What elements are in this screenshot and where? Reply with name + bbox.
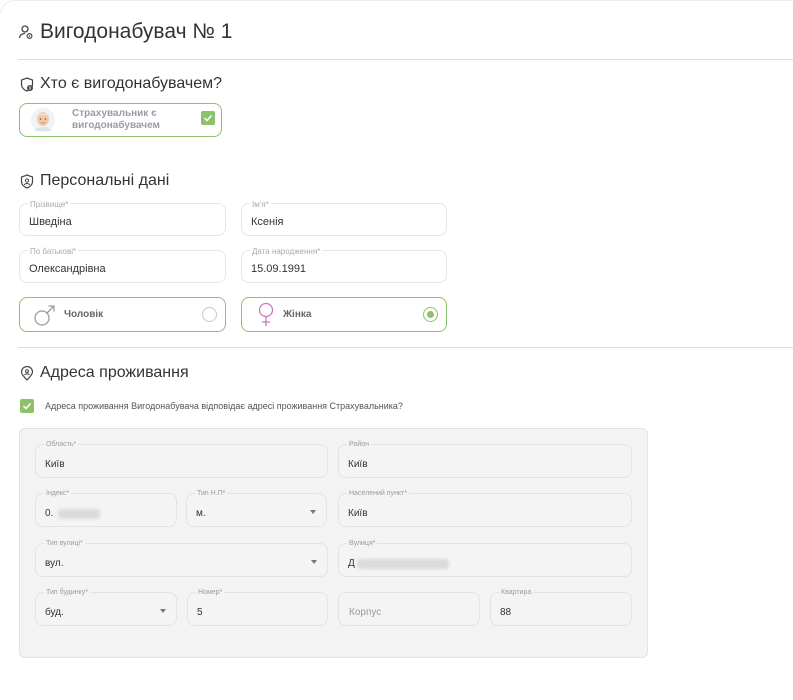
chevron-down-icon: [160, 609, 166, 613]
postal-index-field[interactable]: Індекс* 0.: [35, 490, 177, 527]
settlement-label: Населений пункт*: [347, 490, 409, 498]
birthdate-field[interactable]: Дата народження* 15.09.1991: [241, 247, 447, 283]
building-type-value: буд.: [45, 607, 64, 618]
street-type-label: Тип вулиці*: [44, 540, 85, 548]
male-symbol-icon: [34, 304, 55, 326]
redacted-overlay: [58, 509, 100, 519]
street-value: Д: [348, 558, 355, 569]
postal-index-label: Індекс*: [44, 490, 72, 498]
gender-male-radio[interactable]: [202, 307, 217, 322]
building-type-label: Тип будинку*: [44, 589, 90, 597]
chevron-down-icon: [311, 560, 317, 564]
patronymic-label: По батькові*: [28, 247, 79, 256]
who-section-title-text: Хто є вигодонабувачем?: [40, 75, 223, 92]
checked-checkbox[interactable]: [201, 111, 215, 125]
same-address-label: Адреса проживання Вигодонабувача відпові…: [45, 401, 403, 411]
apartment-label: Квартира: [499, 589, 534, 597]
avatar-icon: [31, 108, 55, 132]
card-corner: [0, 0, 793, 14]
address-section-title-text: Адреса проживання: [40, 364, 189, 381]
name-field[interactable]: Ім'я* Ксенія: [241, 200, 447, 236]
district-field[interactable]: Район Київ: [338, 441, 632, 478]
patronymic-value: Олександрівна: [29, 263, 106, 275]
settlement-field[interactable]: Населений пункт* Київ: [338, 490, 632, 527]
user-settings-icon: [18, 25, 33, 40]
apartment-field[interactable]: Квартира 88: [490, 589, 632, 626]
gender-female-label: Жінка: [283, 309, 312, 320]
district-value: Київ: [348, 459, 368, 470]
divider: [18, 59, 793, 60]
who-section-title: Хто є вигодонабувачем?: [20, 75, 222, 93]
birthdate-value: 15.09.1991: [251, 263, 307, 275]
gender-male-label: Чоловік: [64, 309, 104, 320]
surname-value: Шведіна: [29, 216, 72, 228]
birthdate-label: Дата народження*: [250, 247, 323, 256]
redacted-overlay: [357, 559, 449, 569]
surname-field[interactable]: Прізвище* Шведіна: [19, 200, 226, 236]
district-label: Район: [347, 441, 371, 449]
house-number-label: Номер*: [196, 589, 225, 597]
postal-index-value: 0.: [45, 508, 54, 519]
same-address-checkbox-row[interactable]: Адреса проживання Вигодонабувача відпові…: [20, 399, 403, 413]
location-user-icon: [20, 365, 34, 381]
settlement-type-label: Тип Н.П*: [195, 490, 228, 498]
house-number-value: 5: [197, 607, 203, 618]
name-value: Ксенія: [251, 216, 284, 228]
street-type-value: вул.: [45, 558, 64, 569]
address-section-title: Адреса проживання: [20, 364, 189, 382]
chevron-down-icon: [310, 510, 316, 514]
page-title: Вигодонабувач № 1: [18, 20, 232, 44]
personal-section-title: Персональні дані: [20, 172, 169, 190]
street-type-select[interactable]: Тип вулиці* вул.: [35, 540, 328, 577]
female-symbol-icon: [258, 302, 274, 326]
shield-info-icon: [20, 76, 34, 92]
gender-female-option[interactable]: Жінка: [241, 297, 447, 332]
house-number-field[interactable]: Номер* 5: [187, 589, 328, 626]
check-icon: [22, 402, 32, 410]
shield-user-icon: [20, 173, 34, 189]
apartment-value: 88: [500, 607, 512, 618]
block-placeholder: Корпус: [349, 607, 382, 618]
building-type-select[interactable]: Тип будинку* буд.: [35, 589, 177, 626]
surname-label: Прізвище*: [28, 200, 71, 209]
patronymic-field[interactable]: По батькові* Олександрівна: [19, 247, 226, 283]
gender-male-option[interactable]: Чоловік: [19, 297, 226, 332]
region-field[interactable]: Область* Київ: [35, 441, 328, 478]
divider: [18, 347, 793, 348]
page-title-text: Вигодонабувач № 1: [40, 20, 233, 43]
name-label: Ім'я*: [250, 200, 271, 209]
street-field[interactable]: Вулиця* Д: [338, 540, 632, 577]
region-value: Київ: [45, 459, 65, 470]
street-label: Вулиця*: [347, 540, 378, 548]
check-icon: [203, 114, 213, 122]
insured-is-beneficiary-card[interactable]: Страхувальник є вигодонабувачем: [19, 103, 222, 137]
personal-section-title-text: Персональні дані: [40, 172, 170, 189]
insured-is-beneficiary-label: Страхувальник є вигодонабувачем: [72, 108, 160, 131]
settlement-type-value: м.: [196, 508, 206, 519]
same-address-checkbox[interactable]: [20, 399, 34, 413]
block-field[interactable]: Корпус: [338, 592, 480, 626]
region-label: Область*: [44, 441, 79, 449]
settlement-value: Київ: [348, 508, 368, 519]
gender-female-radio[interactable]: [423, 307, 438, 322]
settlement-type-select[interactable]: Тип Н.П* м.: [186, 490, 327, 527]
